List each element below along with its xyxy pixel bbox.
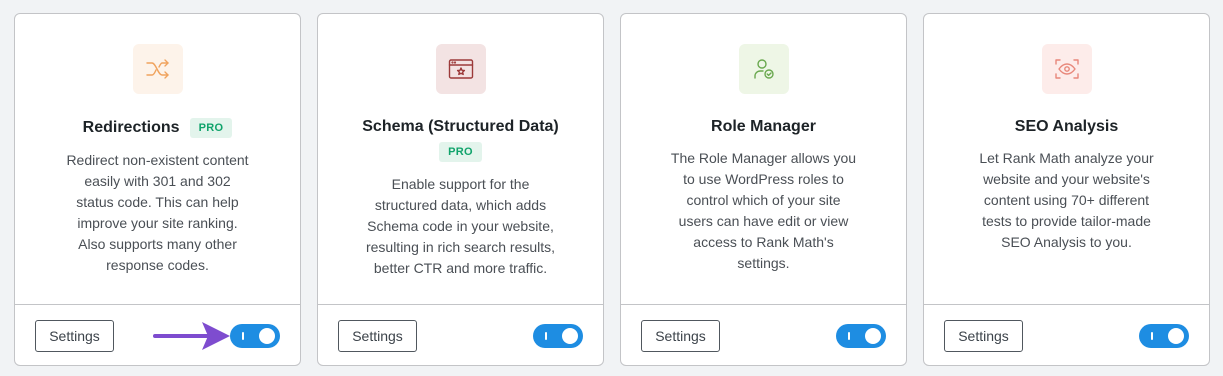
card-title: Role Manager (711, 118, 816, 135)
module-card-schema: Schema (Structured Data) PRO Enable supp… (317, 13, 604, 366)
card-footer: Settings (318, 305, 603, 365)
card-body: Schema (Structured Data) PRO Enable supp… (318, 14, 603, 305)
pro-badge: PRO (189, 118, 233, 138)
toggle-knob (1168, 328, 1184, 344)
title-row: Role Manager (621, 118, 906, 136)
module-card-redirections: Redirections PRO Redirect non-existent c… (14, 13, 301, 366)
card-title: SEO Analysis (1014, 118, 1119, 135)
card-body: SEO Analysis Let Rank Math analyze your … (924, 14, 1209, 305)
card-description: Let Rank Math analyze your website and y… (979, 150, 1154, 250)
shuffle-icon (132, 44, 183, 94)
settings-button[interactable]: Settings (35, 320, 114, 352)
title-row: Schema (Structured Data) (318, 118, 603, 136)
card-description: The Role Manager allows you to use WordP… (670, 150, 857, 271)
eye-scan-icon (1041, 44, 1092, 94)
toggle-on-indicator (848, 332, 850, 340)
schema-browser-icon (435, 44, 486, 94)
toggle-on-indicator (242, 332, 244, 340)
card-body: Role Manager The Role Manager allows you… (621, 14, 906, 305)
module-card-role-manager: Role Manager The Role Manager allows you… (620, 13, 907, 366)
settings-button[interactable]: Settings (641, 320, 720, 352)
toggle-knob (259, 328, 275, 344)
card-body: Redirections PRO Redirect non-existent c… (15, 14, 300, 305)
toggle-on-indicator (545, 332, 547, 340)
toggle-on-indicator (1151, 332, 1153, 340)
card-title: Schema (Structured Data) (362, 118, 559, 135)
settings-button[interactable]: Settings (338, 320, 417, 352)
title-row: Redirections PRO (15, 118, 300, 138)
module-toggle[interactable] (836, 324, 886, 348)
settings-button[interactable]: Settings (944, 320, 1023, 352)
annotation-arrow-icon (153, 322, 230, 350)
title-row: SEO Analysis (924, 118, 1209, 136)
module-toggle[interactable] (1139, 324, 1189, 348)
toggle-knob (562, 328, 578, 344)
pro-badge: PRO (439, 142, 482, 162)
card-description: Redirect non-existent content easily wit… (66, 152, 249, 273)
card-description: Enable support for the structured data, … (365, 176, 556, 276)
user-check-icon (738, 44, 789, 94)
card-footer: Settings (621, 305, 906, 365)
module-toggle[interactable] (230, 324, 280, 348)
toggle-knob (865, 328, 881, 344)
module-card-seo-analysis: SEO Analysis Let Rank Math analyze your … (923, 13, 1210, 366)
module-toggle[interactable] (533, 324, 583, 348)
card-title: Redirections (82, 119, 180, 136)
card-footer: Settings (924, 305, 1209, 365)
